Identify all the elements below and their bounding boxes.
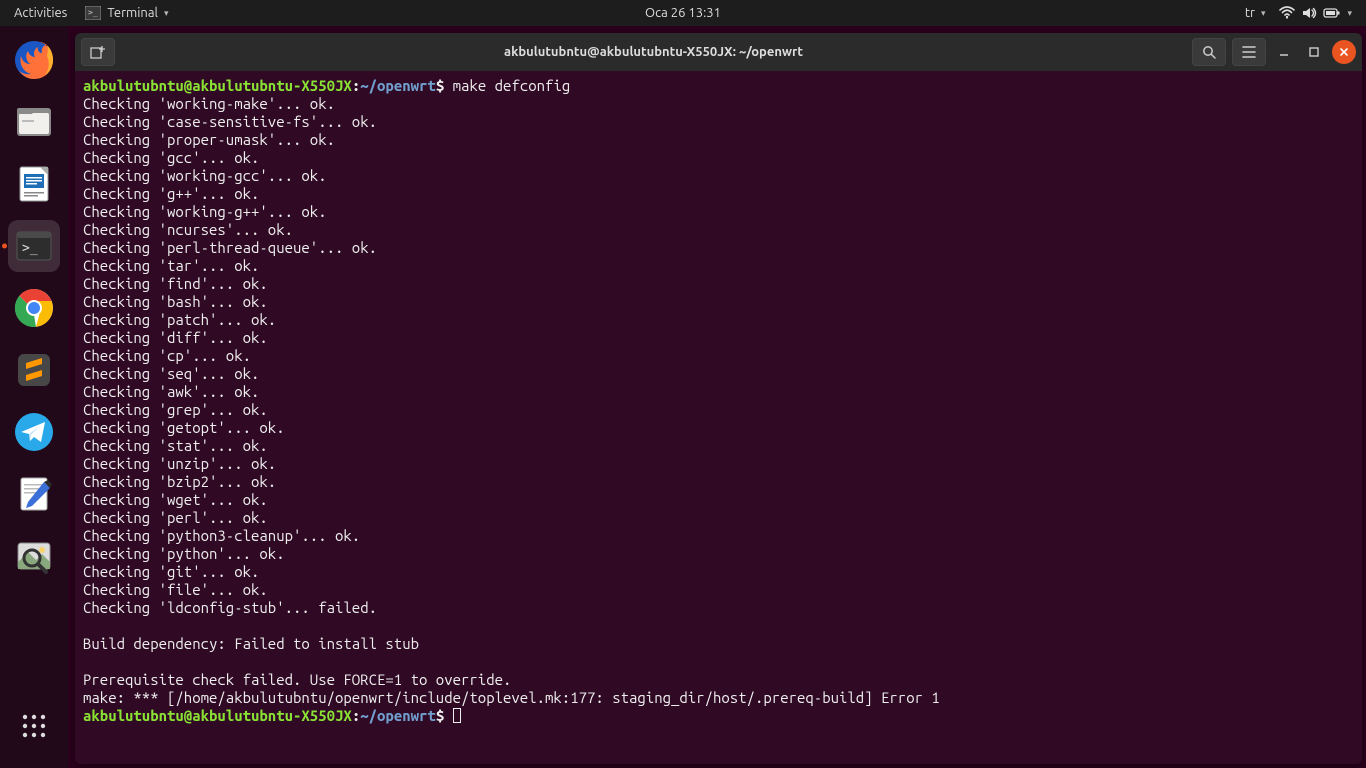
- ubuntu-dock: >_: [0, 26, 68, 768]
- chrome-icon: [12, 286, 56, 330]
- chevron-down-icon: ▾: [1347, 8, 1352, 19]
- maximize-button[interactable]: [1302, 40, 1326, 64]
- search-button[interactable]: [1192, 38, 1226, 66]
- libreoffice-writer-icon: [12, 162, 56, 206]
- clock[interactable]: Oca 26 13:31: [645, 6, 721, 20]
- maximize-icon: [1308, 46, 1320, 58]
- terminal-icon: >_: [12, 224, 56, 268]
- terminal-window: akbulutubntu@akbulutubntu-X550JX: ~/open…: [75, 33, 1362, 764]
- terminal-menu-icon: >_: [85, 6, 101, 20]
- running-indicator: [2, 244, 7, 249]
- dock-app-files[interactable]: [8, 96, 60, 148]
- clock-text: Oca 26 13:31: [645, 6, 721, 20]
- hamburger-icon: [1242, 46, 1256, 58]
- xournal-icon: [12, 472, 56, 516]
- dock-app-terminal[interactable]: >_: [8, 220, 60, 272]
- minimize-button[interactable]: [1272, 40, 1296, 64]
- app-menu-label: Terminal: [107, 6, 158, 20]
- search-icon: [1202, 45, 1216, 59]
- volume-icon: [1301, 6, 1317, 20]
- dock-app-image-viewer[interactable]: [8, 530, 60, 582]
- window-titlebar: akbulutubntu@akbulutubntu-X550JX: ~/open…: [75, 33, 1362, 71]
- dock-app-chrome[interactable]: [8, 282, 60, 334]
- activities-label: Activities: [14, 6, 67, 20]
- dock-app-writer[interactable]: [8, 158, 60, 210]
- dock-app-firefox[interactable]: [8, 34, 60, 86]
- magnifier-icon: [12, 534, 56, 578]
- activities-button[interactable]: Activities: [14, 6, 67, 20]
- keyboard-layout-label: tr: [1245, 6, 1255, 20]
- window-title: akbulutubntu@akbulutubntu-X550JX: ~/open…: [121, 45, 1186, 59]
- close-button[interactable]: [1332, 40, 1356, 64]
- chevron-down-icon: ▾: [164, 8, 169, 19]
- app-menu[interactable]: >_ Terminal ▾: [85, 6, 168, 20]
- keyboard-layout-indicator[interactable]: tr ▾: [1245, 6, 1266, 20]
- new-tab-icon: [90, 45, 106, 59]
- firefox-icon: [12, 38, 56, 82]
- system-status-area[interactable]: ▾: [1279, 6, 1352, 20]
- minimize-icon: [1278, 46, 1290, 58]
- apps-grid-icon: [21, 713, 47, 739]
- sublime-icon: [12, 348, 56, 392]
- dock-app-sublime[interactable]: [8, 344, 60, 396]
- terminal-content[interactable]: akbulutubntu@akbulutubntu-X550JX:~/openw…: [75, 71, 1362, 764]
- wifi-icon: [1279, 6, 1295, 20]
- menu-button[interactable]: [1232, 38, 1266, 66]
- close-icon: [1338, 46, 1350, 58]
- new-tab-button[interactable]: [81, 38, 115, 66]
- chevron-down-icon: ▾: [1261, 8, 1266, 19]
- gnome-top-panel: Activities >_ Terminal ▾ Oca 26 13:31 tr…: [0, 0, 1366, 26]
- files-icon: [12, 100, 56, 144]
- svg-text:>_: >_: [88, 8, 98, 17]
- dock-app-telegram[interactable]: [8, 406, 60, 458]
- svg-text:>_: >_: [22, 241, 38, 256]
- dock-app-xournal[interactable]: [8, 468, 60, 520]
- battery-icon: [1323, 7, 1341, 19]
- telegram-icon: [12, 410, 56, 454]
- show-applications-button[interactable]: [10, 702, 58, 750]
